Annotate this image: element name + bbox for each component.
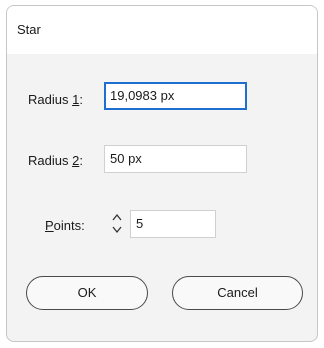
- spinner-down-button[interactable]: [109, 224, 125, 237]
- radius-2-label-text: Radius: [28, 153, 73, 168]
- star-dialog: Star Radius 1: 19,0983 px Radius 2: 50 p…: [6, 5, 318, 342]
- points-label-text: oints:: [53, 218, 85, 233]
- points-spinner[interactable]: [109, 211, 125, 237]
- chevron-down-icon: [112, 226, 122, 234]
- radius-1-input[interactable]: 19,0983 px: [104, 82, 247, 110]
- radius-2-label: Radius 2:: [28, 153, 83, 168]
- points-label: Points:: [45, 218, 85, 233]
- radius-1-label: Radius 1:: [28, 92, 83, 107]
- ok-button[interactable]: OK: [26, 276, 148, 310]
- radius-1-label-suffix: :: [79, 92, 83, 107]
- points-input[interactable]: 5: [130, 210, 216, 238]
- dialog-title: Star: [17, 22, 41, 37]
- spinner-up-button[interactable]: [109, 211, 125, 224]
- radius-2-label-suffix: :: [79, 153, 83, 168]
- radius-1-label-text: Radius: [28, 92, 73, 107]
- title-bar[interactable]: Star: [7, 6, 317, 54]
- cancel-button[interactable]: Cancel: [172, 276, 303, 310]
- points-label-mnemonic: P: [45, 218, 54, 233]
- radius-2-input[interactable]: 50 px: [104, 145, 247, 173]
- chevron-up-icon: [112, 213, 122, 221]
